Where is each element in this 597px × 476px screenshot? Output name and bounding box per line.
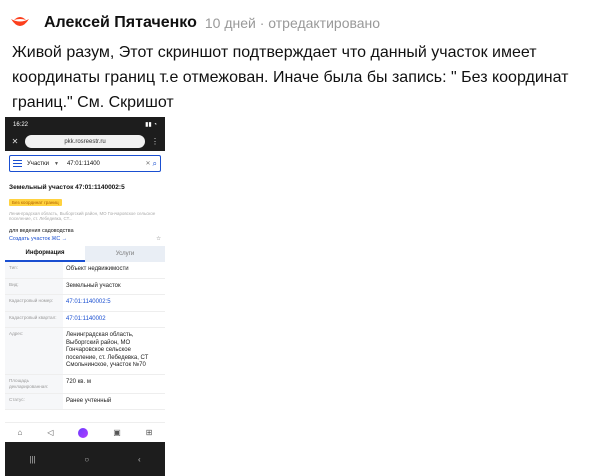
phone-system-icons: ▮▮ ◔	[145, 122, 157, 128]
search-value: 47:01:11400	[66, 160, 100, 167]
menu-icon	[13, 159, 22, 168]
object-address-short: Ленинградская область, Выборгский район,…	[9, 211, 156, 221]
close-icon: ✕	[11, 137, 19, 146]
services-icon: ⊞	[145, 428, 153, 437]
row-label: Кадастровый номер:	[5, 295, 63, 311]
table-row: Адрес: Ленинградская область, Выборгский…	[5, 328, 165, 375]
row-label: Площадь декларированная:	[5, 374, 63, 393]
table-row: Вид: Земельный участок	[5, 278, 165, 295]
author-name[interactable]: Алексей Пятаченко	[44, 14, 197, 32]
row-value: Земельный участок	[66, 282, 121, 289]
row-label: Вид:	[5, 278, 63, 294]
row-value: 720 кв. м	[66, 378, 91, 385]
phone-time: 16:22	[13, 121, 29, 128]
row-value: Ленинградская область, Выборгский район,…	[66, 332, 149, 368]
browser-url-bar: ✕ pkk.rosreestr.ru ⋮	[5, 132, 165, 151]
info-tabs: Информация Услуги	[5, 246, 165, 262]
phone-status-bar: 16:22 ▮▮ ◔	[5, 117, 165, 132]
back-icon: ‹	[137, 454, 141, 464]
chevron-down-icon: ▼	[54, 160, 59, 167]
create-row: Создать участок ЖС → ☆	[9, 236, 161, 242]
url-field: pkk.rosreestr.ru	[25, 135, 145, 148]
recents-icon: |||	[29, 454, 36, 464]
author-avatar[interactable]	[6, 9, 34, 37]
yandex-logo-icon	[11, 17, 29, 26]
close-icon: ✕	[145, 161, 151, 167]
media-icon: ▣	[113, 428, 121, 437]
star-icon: ☆	[156, 236, 161, 242]
more-icon: ⋮	[151, 137, 159, 146]
row-value: 47:01:1140002:5	[66, 299, 111, 305]
table-row: Площадь декларированная: 720 кв. м	[5, 374, 165, 394]
row-label: Статус:	[5, 393, 63, 409]
comment-text: Живой разум, Этот скриншот подтверждает …	[12, 44, 569, 111]
search-icon: ⌕	[152, 158, 157, 168]
android-nav-bar: ||| ○ ‹	[5, 442, 165, 476]
row-label: Адрес:	[5, 328, 63, 374]
attached-screenshot[interactable]: 16:22 ▮▮ ◔ ✕ pkk.rosreestr.ru ⋮ Участки …	[5, 117, 165, 476]
table-row: Кадастровый номер: 47:01:1140002:5	[5, 295, 165, 312]
object-title: Земельный участок 47:01:1140002:5	[9, 184, 125, 191]
row-value: 47:01:1140002	[66, 315, 106, 322]
object-purpose: для ведения садоводства	[9, 228, 74, 234]
tab-services: Услуги	[85, 246, 165, 262]
info-table: Тип: Объект недвижимости Вид: Земельный …	[5, 262, 165, 410]
row-label: Кадастровый квартал:	[5, 311, 63, 327]
alice-icon	[78, 427, 89, 438]
home-circle-icon: ○	[84, 454, 90, 464]
row-label: Тип:	[5, 262, 63, 278]
table-row: Статус: Ранее учтенный	[5, 393, 165, 410]
search-category: Участки	[27, 160, 49, 167]
tab-info: Информация	[5, 246, 85, 262]
row-value: Ранее учтенный	[66, 397, 112, 404]
comment-header: Алексей Пятаченко 10 дней · отредактиров…	[6, 8, 380, 38]
table-row: Тип: Объект недвижимости	[5, 262, 165, 279]
create-link: Создать участок ЖС →	[9, 236, 68, 242]
tabs-icon: ◁	[47, 428, 54, 437]
row-value: Объект недвижимости	[66, 266, 129, 272]
comment-meta: 10 дней · отредактировано	[204, 15, 381, 31]
table-row: Кадастровый квартал: 47:01:1140002	[5, 311, 165, 328]
map-search-bar: Участки ▼ 47:01:11400 ✕ ⌕	[9, 155, 161, 172]
rosreestr-page: Участки ▼ 47:01:11400 ✕ ⌕ Земельный учас…	[5, 151, 165, 442]
home-icon: ⌂	[17, 428, 23, 437]
browser-bottom-nav: ⌂ ◁ ▣ ⊞	[5, 422, 165, 442]
status-badge: Без координат границ	[9, 199, 62, 206]
